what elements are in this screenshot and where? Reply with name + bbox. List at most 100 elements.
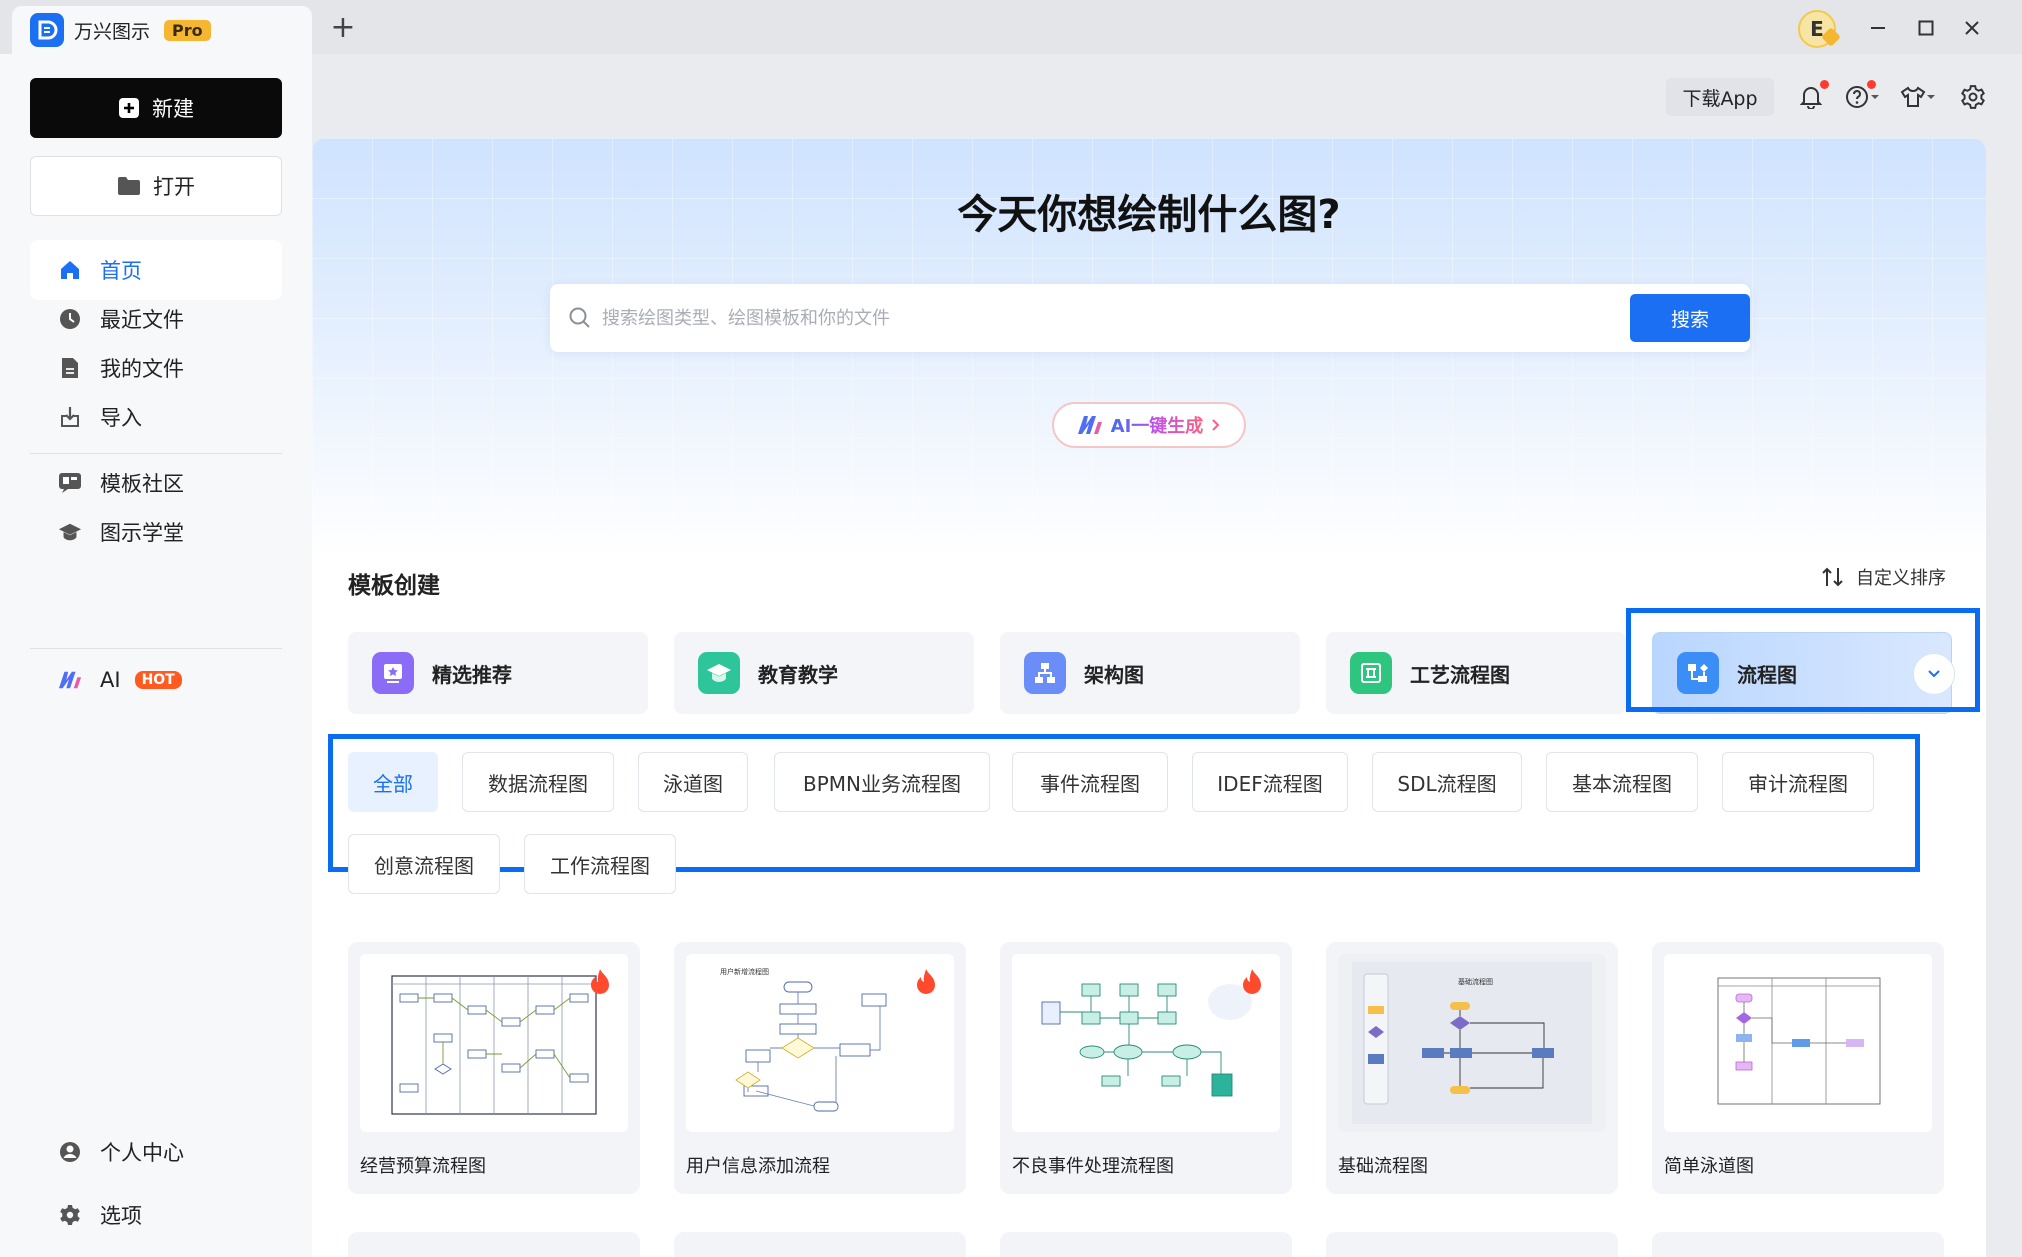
process-flow-icon bbox=[1350, 652, 1392, 694]
thumbnail-heading: 用户新增流程图 bbox=[720, 967, 769, 976]
filter-idef[interactable]: IDEF流程图 bbox=[1192, 752, 1348, 812]
maximize-button[interactable] bbox=[1910, 12, 1942, 44]
app-name: 万兴图示 bbox=[74, 20, 151, 43]
template-title: 简单泳道图 bbox=[1664, 1156, 1754, 1177]
settings-gear-icon[interactable] bbox=[1958, 82, 1988, 112]
app-tab[interactable]: 万兴图示 Pro bbox=[12, 6, 312, 54]
user-icon bbox=[58, 1140, 82, 1164]
template-card[interactable] bbox=[1326, 1232, 1618, 1257]
hot-badge: HOT bbox=[134, 671, 182, 689]
search-button[interactable]: 搜索 bbox=[1630, 294, 1750, 342]
sidebar-item-label: 图示学堂 bbox=[100, 521, 184, 545]
hot-fire-icon bbox=[1243, 969, 1261, 994]
sidebar-item-import[interactable]: 导入 bbox=[30, 387, 282, 447]
main-panel: 今天你想绘制什么图? 搜索 AI一键生成 模板创建 自定义排序 精选推荐 教育教… bbox=[312, 138, 1986, 1257]
sidebar-item-label: 个人中心 bbox=[100, 1141, 184, 1165]
new-button-label: 新建 bbox=[152, 97, 194, 121]
category-process[interactable]: 工艺流程图 bbox=[1326, 632, 1626, 714]
filter-basic-flow[interactable]: 基本流程图 bbox=[1546, 752, 1698, 812]
ai-generate-label: AI一键生成 bbox=[1111, 412, 1204, 438]
plus-square-icon bbox=[119, 98, 139, 118]
clock-icon bbox=[58, 307, 82, 331]
notification-dot bbox=[1820, 80, 1829, 89]
search-icon bbox=[569, 307, 590, 328]
template-card[interactable] bbox=[348, 1232, 640, 1257]
sidebar-divider bbox=[30, 648, 282, 649]
template-card[interactable] bbox=[1000, 1232, 1292, 1257]
filter-all[interactable]: 全部 bbox=[348, 752, 438, 812]
sidebar-item-options[interactable]: 选项 bbox=[30, 1185, 282, 1245]
template-title: 用户信息添加流程 bbox=[686, 1156, 830, 1177]
template-thumbnail bbox=[360, 954, 628, 1132]
hierarchy-icon bbox=[1024, 652, 1066, 694]
category-label: 架构图 bbox=[1084, 662, 1144, 687]
chevron-down-icon[interactable] bbox=[1924, 82, 1938, 112]
filter-work-flow[interactable]: 工作流程图 bbox=[524, 834, 676, 894]
sidebar-item-academy[interactable]: 图示学堂 bbox=[30, 502, 282, 562]
hot-fire-icon bbox=[591, 969, 609, 994]
template-card[interactable]: 用户新增流程图 用户信息添加流程 bbox=[674, 942, 966, 1194]
template-card[interactable] bbox=[674, 1232, 966, 1257]
filter-swimlane[interactable]: 泳道图 bbox=[638, 752, 748, 812]
download-app-button[interactable]: 下载App bbox=[1666, 78, 1774, 116]
template-thumbnail: 基础流程图 bbox=[1338, 954, 1606, 1132]
category-education[interactable]: 教育教学 bbox=[674, 632, 974, 714]
pro-badge: Pro bbox=[164, 19, 211, 41]
sidebar-item-ai[interactable]: AI HOT bbox=[30, 650, 282, 710]
template-card[interactable]: 基础流程图 基础流程图 bbox=[1326, 942, 1618, 1194]
sidebar-item-label: 模板社区 bbox=[100, 472, 184, 496]
chevron-right-icon bbox=[1212, 419, 1220, 431]
open-button-label: 打开 bbox=[153, 175, 195, 199]
template-thumbnail bbox=[1664, 954, 1932, 1132]
gear-icon bbox=[58, 1203, 82, 1227]
category-label: 精选推荐 bbox=[432, 662, 512, 687]
sidebar-item-profile[interactable]: 个人中心 bbox=[30, 1122, 282, 1182]
filter-sdl[interactable]: SDL流程图 bbox=[1372, 752, 1522, 812]
custom-sort-button[interactable]: 自定义排序 bbox=[1820, 564, 1946, 590]
close-button[interactable] bbox=[1956, 12, 1988, 44]
sidebar-item-label: 最近文件 bbox=[100, 308, 184, 332]
template-card[interactable]: 简单泳道图 bbox=[1652, 942, 1944, 1194]
template-title: 基础流程图 bbox=[1338, 1156, 1428, 1177]
open-button[interactable]: 打开 bbox=[30, 156, 282, 216]
filter-data-flow[interactable]: 数据流程图 bbox=[462, 752, 614, 812]
template-card[interactable] bbox=[1652, 1232, 1944, 1257]
section-title: 模板创建 bbox=[348, 573, 440, 599]
sidebar-item-label: AI bbox=[100, 668, 121, 692]
filter-bpmn[interactable]: BPMN业务流程图 bbox=[774, 752, 990, 812]
template-title: 不良事件处理流程图 bbox=[1012, 1156, 1174, 1177]
graduation-cap-icon bbox=[58, 520, 82, 544]
template-thumbnail bbox=[1012, 954, 1280, 1132]
education-cap-icon bbox=[698, 652, 740, 694]
new-tab-button[interactable]: + bbox=[328, 10, 358, 45]
ai-generate-button[interactable]: AI一键生成 bbox=[1052, 402, 1246, 448]
hero-banner: 今天你想绘制什么图? 搜索 AI一键生成 bbox=[312, 138, 1986, 558]
search-input[interactable] bbox=[602, 298, 1602, 338]
page-title: 今天你想绘制什么图? bbox=[957, 192, 1341, 238]
filter-creative-flow[interactable]: 创意流程图 bbox=[348, 834, 500, 894]
file-icon bbox=[58, 356, 82, 380]
sidebar-item-label: 导入 bbox=[100, 406, 142, 430]
chevron-down-icon[interactable] bbox=[1868, 82, 1882, 112]
app-logo-icon bbox=[30, 13, 64, 47]
highlight-frame bbox=[1626, 608, 1980, 712]
category-featured[interactable]: 精选推荐 bbox=[348, 632, 648, 714]
title-bar: 万兴图示 Pro + E bbox=[0, 0, 2022, 54]
category-label: 教育教学 bbox=[758, 662, 838, 687]
hot-fire-icon bbox=[917, 969, 935, 994]
import-icon bbox=[58, 405, 82, 429]
template-card[interactable]: 经营预算流程图 bbox=[348, 942, 640, 1194]
sort-arrows-icon bbox=[1822, 567, 1843, 587]
category-architecture[interactable]: 架构图 bbox=[1000, 632, 1300, 714]
template-title: 经营预算流程图 bbox=[360, 1156, 486, 1177]
filter-event-flow[interactable]: 事件流程图 bbox=[1012, 752, 1168, 812]
sidebar-item-label: 选项 bbox=[100, 1204, 142, 1228]
sort-label: 自定义排序 bbox=[1856, 568, 1946, 589]
template-card[interactable]: 不良事件处理流程图 bbox=[1000, 942, 1292, 1194]
minimize-button[interactable] bbox=[1862, 12, 1894, 44]
sidebar-item-label: 首页 bbox=[100, 259, 142, 283]
new-button[interactable]: 新建 bbox=[30, 78, 282, 138]
star-badge-icon bbox=[372, 652, 414, 694]
ai-logo-icon bbox=[1077, 416, 1102, 434]
filter-audit-flow[interactable]: 审计流程图 bbox=[1722, 752, 1874, 812]
